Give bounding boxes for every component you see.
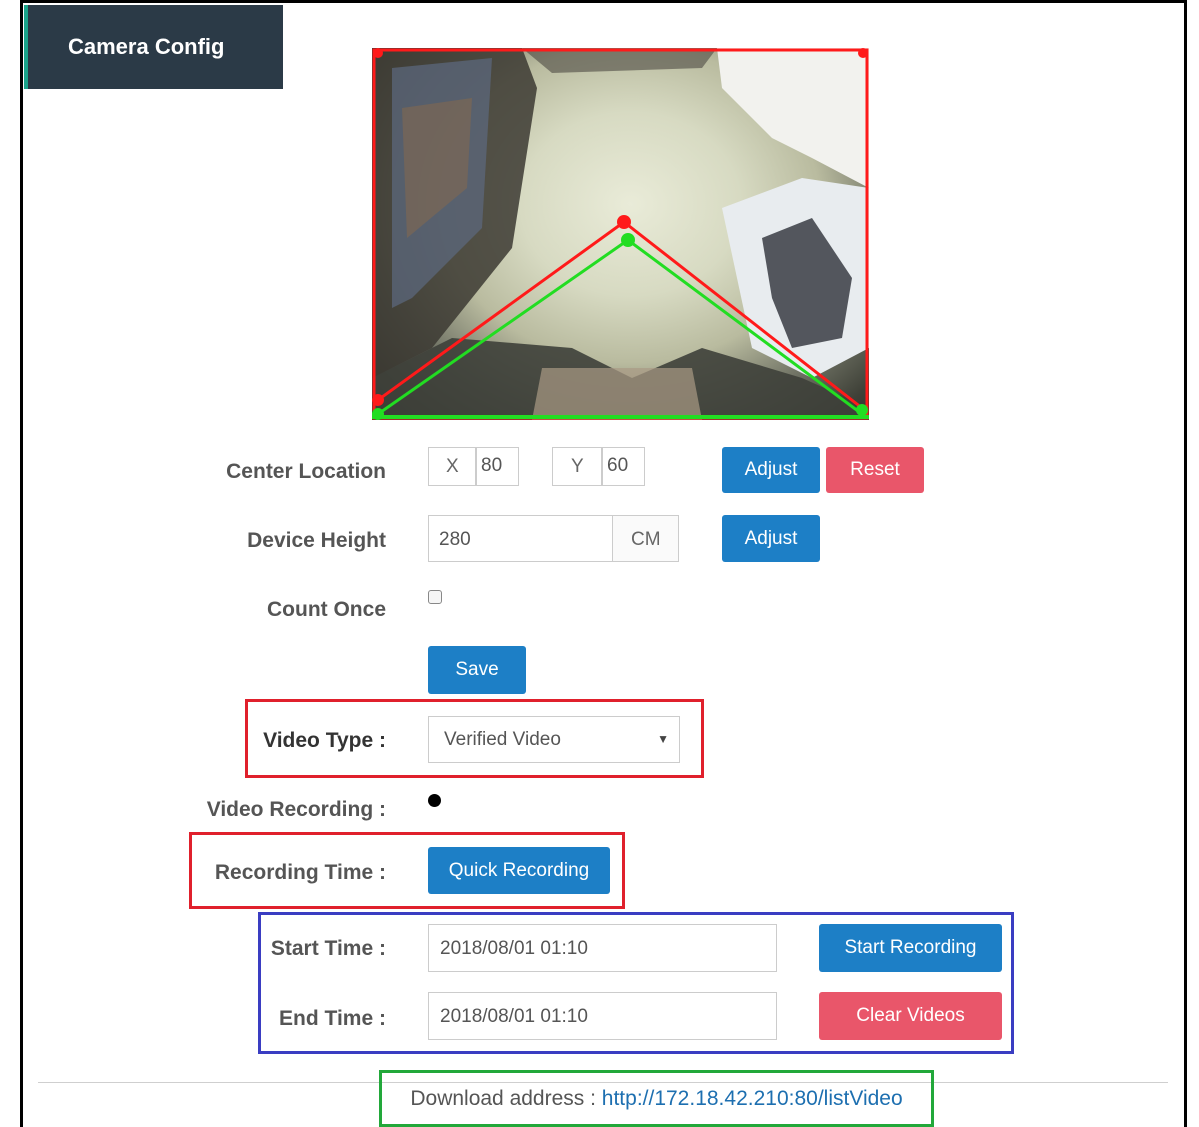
end-time-label: End Time : <box>279 1007 386 1030</box>
video-type-label: Video Type : <box>263 729 386 752</box>
device-height-input[interactable]: 280 <box>428 515 613 562</box>
clear-videos-button[interactable]: Clear Videos <box>819 992 1002 1040</box>
start-time-label: Start Time : <box>270 937 386 960</box>
x-label: X <box>428 447 476 486</box>
center-adjust-button[interactable]: Adjust <box>722 447 820 493</box>
x-input[interactable]: 80 <box>476 447 519 486</box>
device-height-label: Device Height <box>247 529 386 552</box>
camera-overlay <box>372 48 869 420</box>
video-recording-label: Video Recording : <box>206 798 386 821</box>
height-adjust-button[interactable]: Adjust <box>722 515 820 562</box>
download-link[interactable]: http://172.18.42.210:80/listVideo <box>602 1087 903 1110</box>
y-input[interactable]: 60 <box>602 447 645 486</box>
count-once-checkbox[interactable] <box>428 590 442 604</box>
start-recording-button[interactable]: Start Recording <box>819 924 1002 972</box>
camera-preview[interactable] <box>372 48 869 420</box>
start-time-input[interactable]: 2018/08/01 01:10 <box>428 924 777 972</box>
save-button[interactable]: Save <box>428 646 526 694</box>
count-once-label: Count Once <box>267 598 386 621</box>
y-label: Y <box>552 447 602 486</box>
recording-status-dot <box>428 794 441 807</box>
end-time-input[interactable]: 2018/08/01 01:10 <box>428 992 777 1040</box>
height-unit: CM <box>612 515 679 562</box>
center-location-label: Center Location <box>226 460 386 483</box>
quick-recording-button[interactable]: Quick Recording <box>428 847 610 894</box>
video-type-select[interactable]: Verified Video ▼ <box>428 716 680 763</box>
download-label: Download address : <box>410 1087 602 1110</box>
recording-time-label: Recording Time : <box>214 861 386 884</box>
video-type-value: Verified Video <box>444 729 561 750</box>
chevron-down-icon: ▼ <box>657 732 669 746</box>
page-title: Camera Config <box>24 5 283 89</box>
center-reset-button[interactable]: Reset <box>826 447 924 493</box>
download-address: Download address : http://172.18.42.210:… <box>379 1087 934 1111</box>
